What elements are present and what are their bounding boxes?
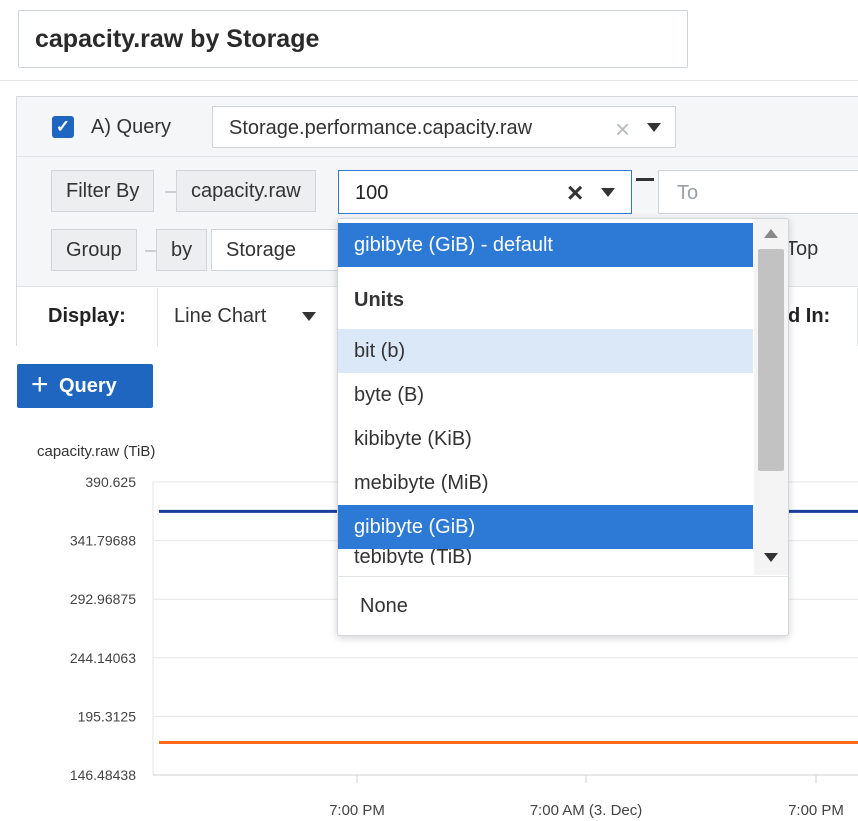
y-axis-label: capacity.raw (TiB)	[37, 443, 155, 460]
unit-dropdown-chevron-icon[interactable]	[601, 188, 615, 197]
unit-option[interactable]: tebibyte (TiB)	[338, 549, 753, 565]
metric-value: Storage.performance.capacity.raw	[229, 117, 533, 139]
x-tick-label: 7:00 AM (3. Dec)	[530, 802, 643, 819]
filter-value-input[interactable]: 100 ×	[338, 170, 632, 214]
y-tick-label: 341.79688	[70, 533, 136, 549]
divider	[338, 576, 788, 577]
metric-select[interactable]: Storage.performance.capacity.raw ×	[212, 106, 676, 148]
y-tick-label: 292.96875	[70, 591, 136, 607]
top-label[interactable]: Top	[786, 238, 818, 261]
chevron-down-icon[interactable]	[647, 123, 661, 132]
divider	[0, 80, 858, 81]
group-field-select[interactable]: Storage	[211, 229, 341, 271]
unit-option[interactable]: bit (b)	[338, 329, 753, 373]
filter-by-label: Filter By	[51, 170, 155, 212]
divider	[157, 288, 158, 346]
group-by-label: by	[156, 229, 208, 271]
unit-option[interactable]: kibibyte (KiB)	[338, 417, 753, 461]
chevron-down-icon[interactable]	[302, 312, 316, 321]
unit-option[interactable]: byte (B)	[338, 373, 753, 417]
units-header: Units	[354, 289, 404, 311]
unit-option[interactable]: gibibyte (GiB)	[338, 505, 753, 549]
add-query-button[interactable]: + Query	[17, 364, 153, 408]
plus-icon: +	[31, 368, 49, 401]
filter-field[interactable]: capacity.raw	[176, 170, 316, 212]
unit-option-none[interactable]: None	[360, 595, 408, 618]
close-icon[interactable]: ×	[615, 114, 630, 145]
filter-to-placeholder: To	[677, 182, 699, 204]
add-query-label: Query	[59, 375, 117, 397]
unit-dropdown: gibibyte (GiB) - default Units bit (b) by…	[337, 218, 789, 636]
scroll-up-icon[interactable]	[764, 229, 778, 238]
unit-option-default[interactable]: gibibyte (GiB) - default	[338, 223, 753, 267]
chart-type-select[interactable]: Line Chart	[174, 305, 266, 328]
y-tick-label: 195.3125	[78, 708, 137, 724]
group-label: Group	[51, 229, 137, 271]
y-tick-label: 146.48438	[70, 767, 136, 783]
y-tick-label: 390.625	[85, 474, 136, 490]
query-label: A) Query	[91, 116, 172, 138]
page-title: capacity.raw by Storage	[35, 25, 320, 53]
filter-to-input[interactable]: To	[658, 170, 858, 214]
shown-in-label: d In:	[788, 305, 831, 327]
range-dash	[636, 178, 654, 181]
y-tick-label: 244.14063	[70, 650, 136, 666]
display-label: Display:	[48, 305, 126, 327]
unit-option[interactable]: mebibyte (MiB)	[338, 461, 753, 505]
scroll-down-icon[interactable]	[764, 553, 778, 562]
filter-value: 100	[355, 182, 389, 204]
x-tick-label: 7:00 PM	[788, 802, 844, 819]
clear-icon[interactable]: ×	[567, 177, 583, 209]
query-enabled-checkbox[interactable]: ✓	[52, 116, 74, 138]
dashboard-title-field[interactable]: capacity.raw by Storage	[18, 10, 688, 68]
x-tick-label: 7:00 PM	[329, 802, 385, 819]
scrollbar-thumb[interactable]	[758, 249, 784, 471]
